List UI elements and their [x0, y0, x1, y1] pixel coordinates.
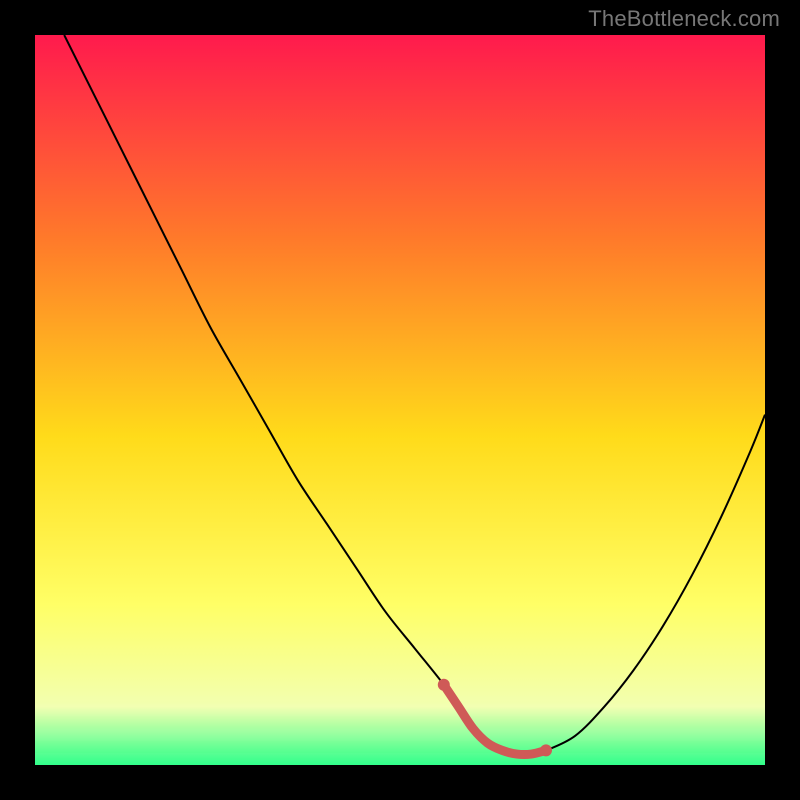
gradient-band	[35, 741, 765, 753]
chart-frame: TheBottleneck.com	[0, 0, 800, 800]
highlight-endpoint	[438, 679, 450, 691]
bottleneck-chart	[35, 35, 765, 765]
attribution-label: TheBottleneck.com	[588, 6, 780, 32]
highlight-endpoint	[540, 744, 552, 756]
gradient-band	[35, 753, 765, 765]
gradient-band	[35, 729, 765, 741]
gradient-band	[35, 704, 765, 716]
plot-area	[35, 35, 765, 765]
gradient-background	[35, 35, 765, 765]
gradient-band	[35, 716, 765, 728]
gradient-band	[35, 692, 765, 704]
